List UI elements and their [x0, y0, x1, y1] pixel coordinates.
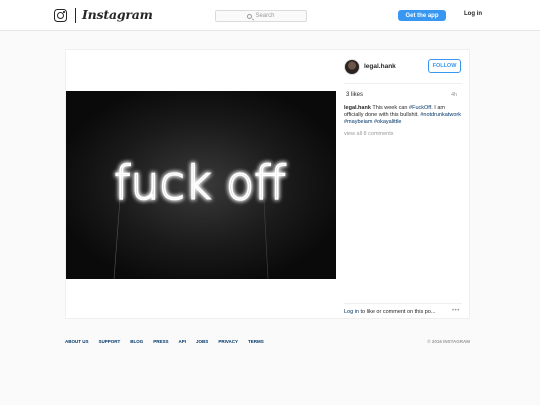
- footer-link-support[interactable]: SUPPORT: [99, 339, 121, 344]
- post-username[interactable]: legal.hank: [364, 63, 396, 70]
- more-options-icon[interactable]: •••: [452, 308, 460, 314]
- footer-link-jobs[interactable]: JOBS: [196, 339, 208, 344]
- footer-link-about[interactable]: ABOUT US: [65, 339, 89, 344]
- divider: [344, 303, 462, 304]
- neon-sign-image: fuck off: [66, 91, 336, 279]
- login-to-comment-link[interactable]: Log in: [344, 309, 359, 315]
- top-navigation-bar: Instagram Search Get the app Log in: [0, 0, 540, 31]
- search-input[interactable]: Search: [215, 10, 307, 22]
- logo-divider: [75, 8, 76, 23]
- comment-prompt-text: to like or comment on this po...: [359, 309, 436, 315]
- search-icon: [247, 13, 253, 19]
- footer-link-privacy[interactable]: PRIVACY: [218, 339, 238, 344]
- hashtag-link[interactable]: #notdrunkatwork: [420, 112, 461, 118]
- instagram-camera-icon[interactable]: [54, 9, 67, 22]
- footer-link-press[interactable]: PRESS: [153, 339, 168, 344]
- divider: [344, 83, 462, 84]
- search-placeholder: Search: [255, 13, 275, 19]
- get-the-app-button[interactable]: Get the app: [398, 10, 446, 21]
- copyright: © 2016 INSTAGRAM: [427, 339, 470, 344]
- caption-text: This week can: [370, 105, 410, 111]
- footer-links: ABOUT US SUPPORT BLOG PRESS API JOBS PRI…: [65, 339, 264, 344]
- footer-link-api[interactable]: API: [179, 339, 187, 344]
- comment-prompt: Log in to like or comment on this po...: [344, 309, 435, 315]
- hashtag-link[interactable]: #okayalittle: [374, 119, 402, 125]
- post-photo[interactable]: fuck off: [66, 91, 336, 279]
- caption-username[interactable]: legal.hank: [344, 105, 371, 111]
- neon-sign-text: fuck off: [114, 156, 286, 210]
- footer-link-blog[interactable]: BLOG: [130, 339, 143, 344]
- post-timestamp[interactable]: 4h: [451, 92, 457, 98]
- hashtag-link[interactable]: #FuckOff: [409, 105, 431, 111]
- footer-link-terms[interactable]: TERMS: [248, 339, 264, 344]
- hashtag-link[interactable]: #maybeiam: [344, 119, 372, 125]
- post-card: fuck off legal.hank FOLLOW 3 likes 4h le…: [65, 49, 470, 319]
- likes-count[interactable]: 3 likes: [346, 92, 363, 98]
- view-all-comments-link[interactable]: view all 8 comments: [344, 131, 394, 137]
- avatar[interactable]: [344, 59, 360, 75]
- footer: ABOUT US SUPPORT BLOG PRESS API JOBS PRI…: [65, 339, 470, 349]
- follow-button[interactable]: FOLLOW: [428, 59, 461, 73]
- post-sidebar: legal.hank FOLLOW 3 likes 4h legal.hank …: [336, 50, 471, 320]
- post-caption: legal.hank This week can #FuckOff. I am …: [344, 105, 464, 126]
- login-link[interactable]: Log in: [464, 11, 482, 17]
- instagram-wordmark[interactable]: Instagram: [82, 7, 153, 22]
